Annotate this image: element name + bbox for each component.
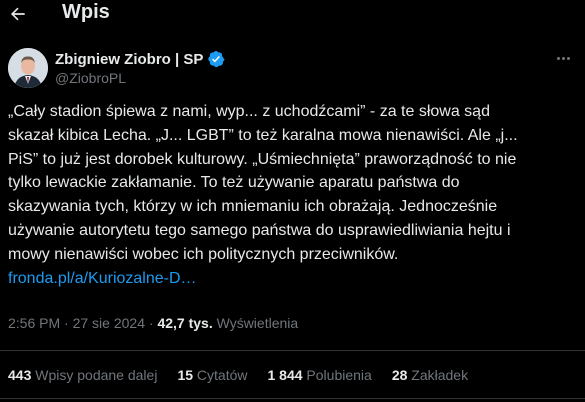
likes-stat[interactable]: 1 844 Polubienia	[267, 367, 371, 383]
quotes-stat[interactable]: 15 Cytatów	[177, 367, 247, 383]
author-photo	[8, 48, 48, 88]
meta-separator: ·	[148, 315, 154, 331]
author-name-text: Zbigniew Ziobro | SP	[55, 50, 204, 68]
page-header: Wpis	[0, 0, 585, 30]
tweet-date[interactable]: 27 sie 2024	[73, 315, 145, 331]
views-count: 42,7 tys.	[157, 315, 213, 331]
verified-badge-icon[interactable]	[207, 50, 225, 68]
more-options-button[interactable]	[551, 49, 575, 67]
divider	[0, 398, 585, 399]
tweet-meta: 2:56 PM · 27 sie 2024 · 42,7 tys. Wyświe…	[8, 315, 298, 331]
back-button[interactable]	[6, 2, 30, 26]
tweet-time[interactable]: 2:56 PM	[8, 315, 60, 331]
more-dot	[561, 56, 565, 60]
reposts-label: Wpisy podane dalej	[35, 367, 158, 383]
tweet-line: skazał kibica Lecha. „J... LGBT” to też …	[8, 126, 518, 144]
likes-count: 1 844	[267, 367, 303, 383]
page-title: Wpis	[62, 1, 110, 23]
reposts-stat[interactable]: 443 Wpisy podane dalej	[8, 367, 157, 383]
reposts-count: 443	[8, 367, 32, 383]
tweet-text: „Cały stadion śpiewa z nami, wyp... z uc…	[8, 100, 578, 290]
arrow-left-icon	[10, 7, 25, 21]
meta-separator: ·	[64, 315, 69, 331]
tweet-line: PiS” to już jest dorobek kulturowy. „Uśm…	[8, 150, 517, 168]
likes-label: Polubienia	[306, 367, 372, 383]
divider	[0, 350, 585, 351]
quotes-count: 15	[177, 367, 194, 383]
author-handle[interactable]: @ZiobroPL	[55, 70, 126, 86]
author-name[interactable]: Zbigniew Ziobro | SP	[55, 50, 225, 68]
more-dot	[566, 56, 570, 60]
tweet-line: skazywania tych, którzy w ich mniemaniu …	[8, 198, 498, 216]
avatar[interactable]	[8, 48, 48, 88]
quotes-label: Cytatów	[196, 367, 248, 383]
tweet-line: mowy nienawiści wobec ich politycznych p…	[8, 245, 399, 263]
tweet-line: „Cały stadion śpiewa z nami, wyp... z uc…	[8, 103, 490, 120]
bookmarks-stat[interactable]: 28 Zakładek	[392, 367, 468, 383]
engagement-stats: 443 Wpisy podane dalej 15 Cytatów 1 844 …	[8, 367, 488, 383]
bookmarks-label: Zakładek	[411, 367, 469, 383]
views-label: Wyświetlenia	[216, 315, 299, 331]
bookmarks-count: 28	[391, 367, 408, 383]
more-dot	[556, 56, 560, 60]
tweet-line: używanie autorytetu tego samego państwa …	[8, 221, 511, 239]
tweet-link[interactable]: fronda.pl/a/Kuriozalne-D…	[8, 270, 197, 287]
tweet-line: tylko lewackie zakłamanie. To też używan…	[8, 174, 460, 192]
